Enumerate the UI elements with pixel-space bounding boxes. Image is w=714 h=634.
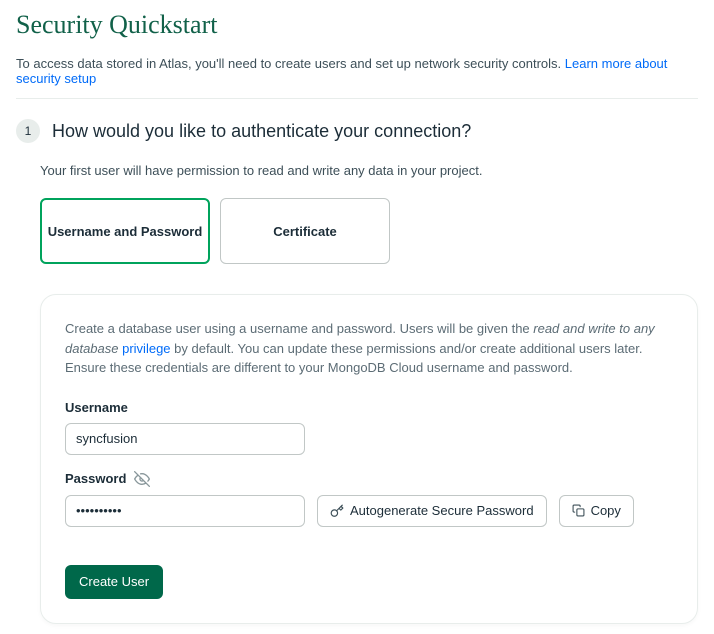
copy-button[interactable]: Copy [559, 495, 634, 527]
password-input[interactable] [65, 495, 305, 527]
intro-text: To access data stored in Atlas, you'll n… [16, 56, 698, 86]
step-sub-intro: Your first user will have permission to … [40, 163, 698, 178]
eye-off-icon[interactable] [134, 471, 150, 487]
divider [16, 98, 698, 99]
option-certificate[interactable]: Certificate [220, 198, 390, 264]
username-label: Username [65, 400, 673, 415]
auth-option-row: Username and Password Certificate [40, 198, 698, 264]
option-username-password[interactable]: Username and Password [40, 198, 210, 264]
key-icon [330, 504, 344, 518]
step-number-badge: 1 [16, 119, 40, 143]
copy-icon [572, 504, 585, 517]
password-field-row: Password Autogenerate Secure Password Co… [65, 471, 673, 527]
step-title: How would you like to authenticate your … [52, 121, 471, 142]
create-user-button[interactable]: Create User [65, 565, 163, 599]
username-input[interactable] [65, 423, 305, 455]
panel-description: Create a database user using a username … [65, 319, 673, 378]
step-header: 1 How would you like to authenticate you… [16, 119, 698, 143]
privilege-link[interactable]: privilege [122, 341, 170, 356]
autogenerate-password-button[interactable]: Autogenerate Secure Password [317, 495, 547, 527]
autogenerate-label: Autogenerate Secure Password [350, 503, 534, 518]
copy-label: Copy [591, 503, 621, 518]
page-title: Security Quickstart [16, 10, 698, 40]
password-label: Password [65, 471, 126, 486]
username-field-row: Username [65, 400, 673, 455]
intro-prefix: To access data stored in Atlas, you'll n… [16, 56, 565, 71]
credentials-panel: Create a database user using a username … [40, 294, 698, 624]
